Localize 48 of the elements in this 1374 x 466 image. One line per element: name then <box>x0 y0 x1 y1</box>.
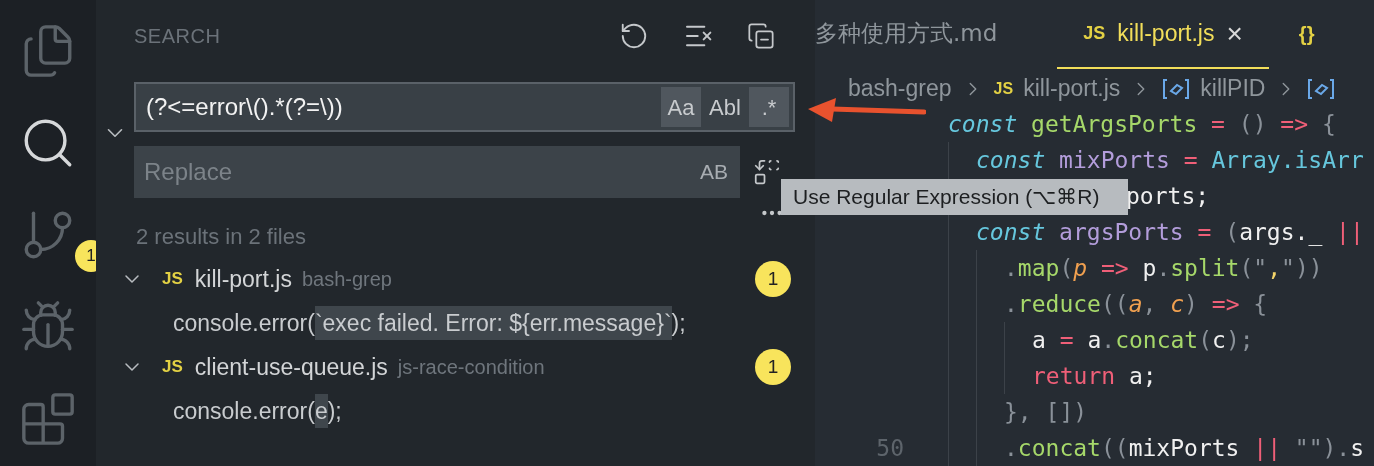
js-label: JS <box>1083 22 1106 46</box>
search-option-button[interactable]: .* <box>749 87 789 127</box>
match-line[interactable]: console.error(`exec failed. Error: ${err.message}`); <box>96 301 815 345</box>
editor-tab[interactable]: {} <box>1298 0 1374 70</box>
match-count-badge: 1 <box>755 261 791 297</box>
code-line: const argsPorts = (args._ || <box>976 217 1364 248</box>
symbol-icon <box>1307 77 1336 100</box>
js-label: JS <box>993 78 1014 99</box>
tooltip: Use Regular Expression (⌥⌘R) <box>781 179 1128 215</box>
file-result-row[interactable]: JS client-use-queue.js js-race-condition 1 <box>96 345 815 389</box>
file-name: kill-port.js <box>194 264 292 294</box>
editor-tab[interactable]: 多种使用方式.md <box>815 0 1058 70</box>
search-field[interactable]: (?<=error\().*(?=\)) Aa Abl .* <box>134 82 795 132</box>
code-line: .map(p => p.split(",")) <box>1004 253 1323 283</box>
panel-title: SEARCH <box>134 24 222 49</box>
code-line: .reduce((a, c) => { <box>1004 289 1268 319</box>
search-option-button[interactable]: Aa <box>661 87 701 127</box>
match-line[interactable]: console.error(e); <box>96 389 815 433</box>
match-count-badge: 1 <box>755 349 791 385</box>
code-line: return a; <box>1032 361 1157 391</box>
replace-all-icon[interactable] <box>752 157 782 187</box>
js-label: JS <box>162 268 183 291</box>
code-line: ports; <box>1126 181 1210 211</box>
extensions-icon[interactable] <box>19 390 77 448</box>
breadcrumb-item[interactable]: JS kill-port.js <box>993 71 1121 106</box>
replace-field[interactable]: Replace AB <box>134 146 740 198</box>
line-number: 50 <box>875 433 905 463</box>
file-name: client-use-queue.js <box>194 352 388 382</box>
code-line: const getArgsPorts = () => { <box>948 109 1336 139</box>
code-line: .concat((mixPorts || "").s <box>1004 433 1365 463</box>
code-line: a = a.concat(c); <box>1032 325 1254 355</box>
folder-name: js-race-condition <box>397 355 546 380</box>
breadcrumb-item[interactable]: killPID <box>1162 71 1266 106</box>
code-line: const mixPorts = Array.isArr <box>976 145 1364 175</box>
collapse-all-icon[interactable] <box>747 22 775 50</box>
breadcrumb-item[interactable]: bash-grep <box>848 71 952 106</box>
refresh-icon[interactable] <box>619 21 649 51</box>
folder-name: bash-grep <box>301 267 393 292</box>
json-label: {} <box>1298 21 1315 47</box>
code-line: }, []) <box>1004 397 1088 427</box>
editor-tab[interactable]: JS kill-port.js × <box>1057 0 1269 70</box>
search-option-button[interactable]: Abl <box>705 87 745 127</box>
results-summary: 2 results in 2 files <box>136 223 306 251</box>
breadcrumb-item[interactable] <box>1307 77 1336 100</box>
preserve-case-button[interactable]: AB <box>700 156 728 188</box>
js-label: JS <box>162 356 183 379</box>
symbol-icon <box>1162 77 1191 100</box>
close-tab-button[interactable]: × <box>1226 12 1243 55</box>
